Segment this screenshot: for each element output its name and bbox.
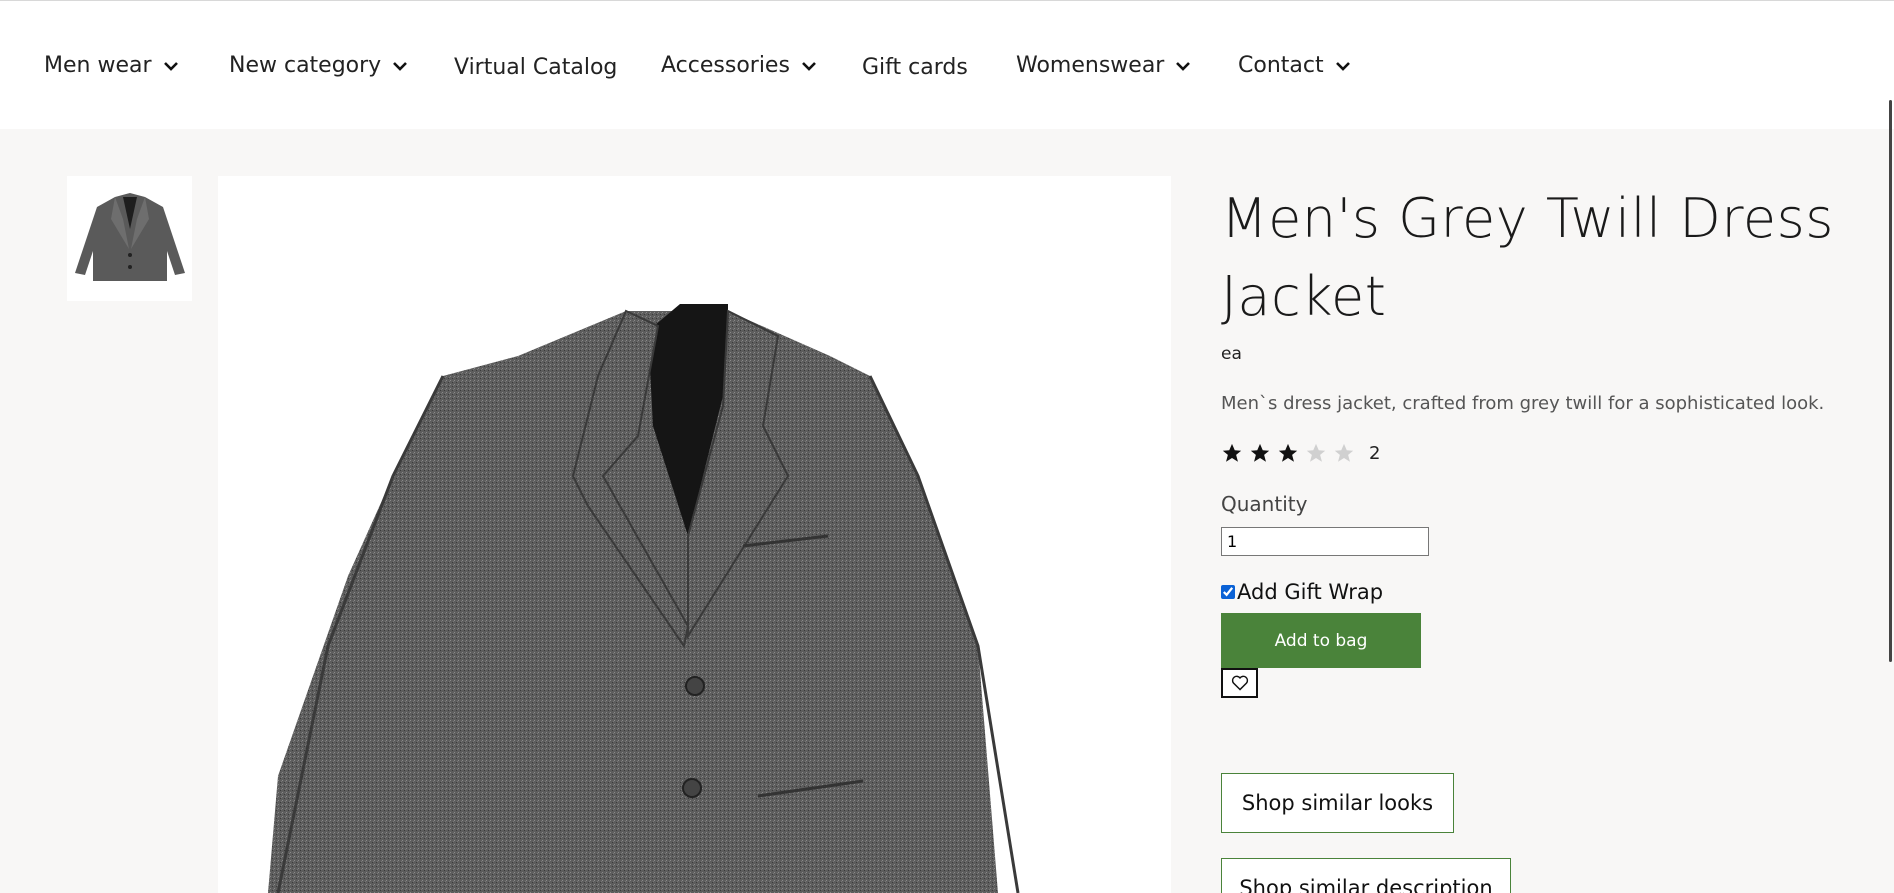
heart-icon [1231, 675, 1248, 691]
star-icon [1250, 443, 1270, 462]
nav-item-label: New category [229, 53, 382, 78]
gift-wrap-option[interactable]: Add Gift Wrap [1221, 580, 1383, 604]
rating-count: 2 [1369, 442, 1381, 464]
quantity-input[interactable] [1221, 527, 1429, 556]
nav-item-contact[interactable]: Contact [1238, 53, 1352, 78]
gift-wrap-checkbox[interactable] [1221, 585, 1235, 599]
star-icon [1334, 443, 1354, 462]
nav-item-label: Men wear [44, 53, 152, 78]
jacket-thumbnail-image [74, 192, 185, 281]
star-icon [1222, 443, 1242, 462]
nav-item-label: Womenswear [1016, 53, 1165, 78]
chevron-down-icon [802, 61, 816, 71]
chevron-down-icon [163, 61, 178, 71]
nav-item-label: Gift cards [862, 55, 968, 80]
product-title: Men's Grey Twill Dress Jacket [1221, 187, 1834, 328]
chevron-down-icon [393, 61, 408, 71]
nav-item-gift-cards[interactable]: Gift cards [862, 55, 968, 80]
product-thumbnail[interactable] [67, 176, 192, 301]
jacket-image [268, 304, 1020, 893]
page-scrollbar[interactable] [1889, 100, 1892, 662]
product-main-image[interactable] [218, 176, 1171, 893]
rating[interactable]: 2 [1221, 442, 1380, 464]
shop-similar-description-button[interactable]: Shop similar description [1221, 858, 1511, 893]
star-icon [1278, 443, 1298, 462]
chevron-down-icon [1335, 61, 1350, 71]
nav-item-men-wear[interactable]: Men wear [44, 53, 180, 78]
wishlist-button[interactable] [1221, 668, 1258, 698]
nav-item-new-category[interactable]: New category [229, 53, 409, 78]
nav-item-virtual-catalog[interactable]: Virtual Catalog [454, 55, 617, 80]
nav-item-label: Accessories [661, 53, 790, 78]
chevron-down-icon [1176, 61, 1191, 71]
gift-wrap-label: Add Gift Wrap [1237, 580, 1384, 604]
quantity-label: Quantity [1221, 492, 1308, 516]
nav-item-label: Contact [1238, 53, 1324, 78]
top-navigation: Men wear New category Virtual Catalog Ac… [0, 0, 1894, 129]
add-to-bag-button[interactable]: Add to bag [1221, 613, 1421, 668]
nav-item-accessories[interactable]: Accessories [661, 53, 818, 78]
nav-item-womenswear[interactable]: Womenswear [1016, 53, 1192, 78]
product-description: Men`s dress jacket, crafted from grey tw… [1221, 393, 1825, 414]
star-icon [1306, 443, 1326, 462]
shop-similar-looks-button[interactable]: Shop similar looks [1221, 773, 1454, 833]
unit-of-measure: ea [1221, 344, 1242, 364]
nav-item-label: Virtual Catalog [454, 55, 618, 80]
